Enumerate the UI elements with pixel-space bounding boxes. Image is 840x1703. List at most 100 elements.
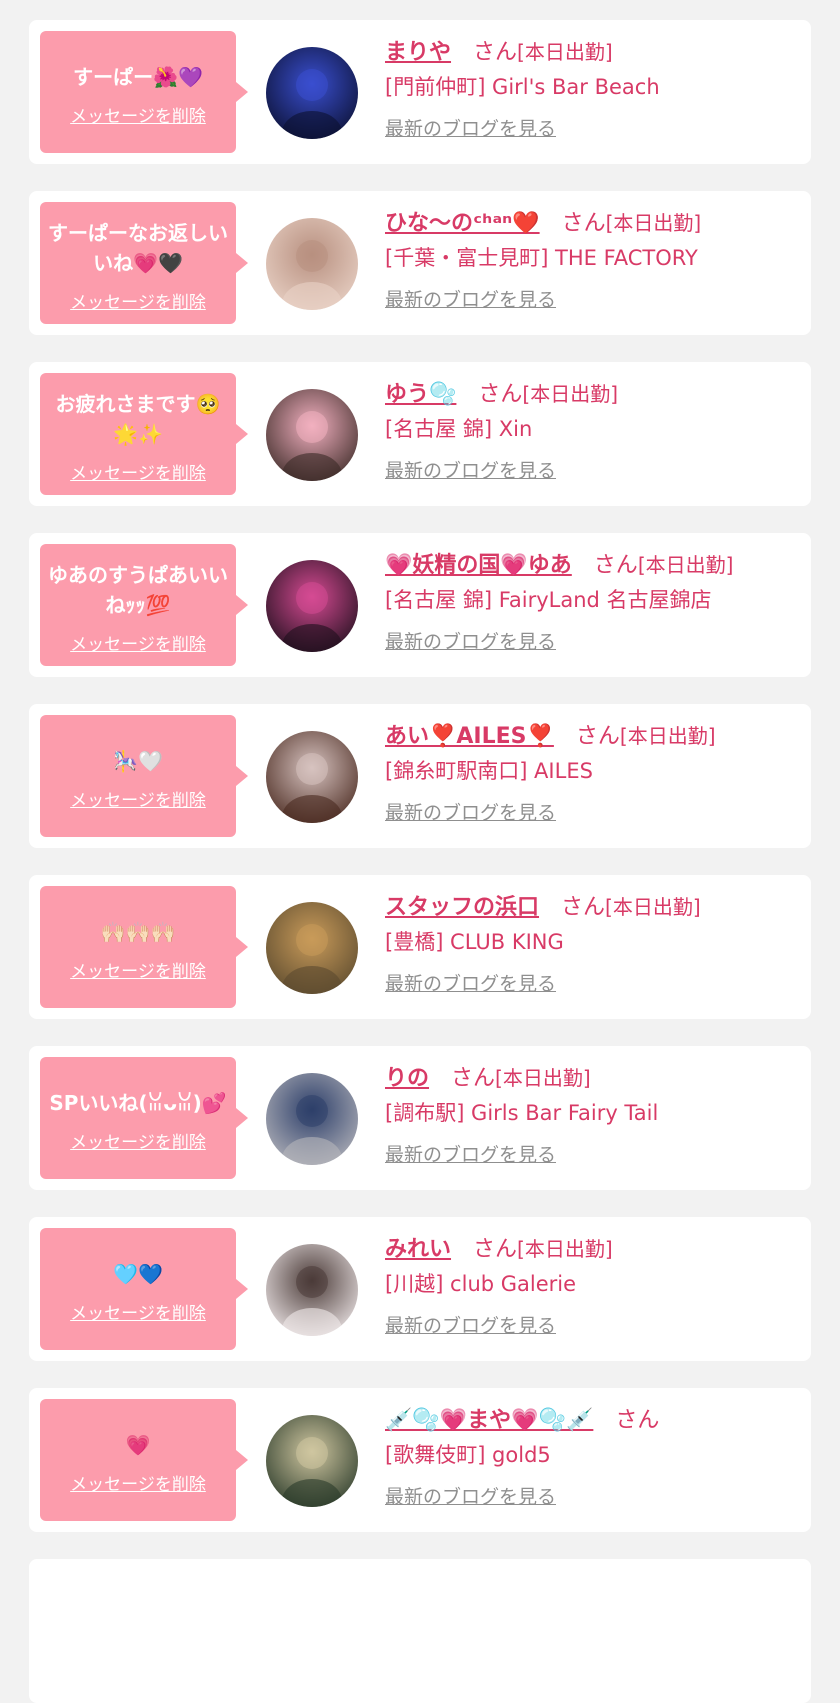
message-bubble: SPいいね(ꈍᴗꈍ)💕 メッセージを削除 [40,1057,248,1179]
delete-message-link[interactable]: メッセージを削除 [70,630,206,655]
attendance-status: [本日出勤] [517,39,613,64]
message-text: お疲れさまです🥺🌟✨ [55,391,221,446]
message-card: ゆあのすうぱあいいねｯｯ💯 メッセージを削除 💗妖精の国💗ゆあ さん [本日出勤] [名古… [29,533,811,677]
honorific-label: さん [575,724,620,749]
cast-avatar[interactable] [266,218,358,310]
latest-blog-link[interactable]: 最新のブログを見る [385,456,556,483]
honorific-label: さん [593,553,638,578]
attendance-status: [本日出勤] [517,1236,613,1261]
attendance-status: [本日出勤] [605,894,701,919]
message-bubble: すーぱー🌺💜 メッセージを削除 [40,31,248,153]
cast-info: みれい さん [本日出勤] [川越] club Galerie 最新のブログを見る [385,1229,805,1338]
honorific-label: さん [561,895,606,920]
cast-avatar[interactable] [266,1073,358,1165]
honorific-label: さん [615,1408,660,1433]
message-card: お疲れさまです🥺🌟✨ メッセージを削除 ゆう🫧 さん [本日出勤] [名古屋 錦] Xin… [29,362,811,506]
honorific-label: さん [451,1066,496,1091]
message-card: すーぱーなお返しいいね💗🖤 メッセージを削除 ひな〜のᶜʰᵃⁿ❤️ さん [本日出勤] [… [29,191,811,335]
cast-avatar[interactable] [266,1415,358,1507]
cast-name-line: スタッフの浜口 さん [本日出勤] [385,887,805,923]
honorific-label: さん [473,1237,518,1262]
message-card: すーぱー🌺💜 メッセージを削除 まりや さん [本日出勤] [門前仲町] Girl's B… [29,20,811,164]
cast-name-link[interactable]: りの [385,1060,429,1092]
cast-name-link[interactable]: ひな〜のᶜʰᵃⁿ❤️ [385,205,540,237]
attendance-status: [本日出勤] [522,381,619,406]
message-card: 🙌🏻🙌🏻🙌🏻 メッセージを削除 スタッフの浜口 さん [本日出勤] [豊橋] CLUB K… [29,875,811,1019]
attendance-status: [本日出勤] [637,552,734,577]
cast-name-link[interactable]: スタッフの浜口 [385,889,539,921]
cast-name-link[interactable]: みれい [385,1231,451,1263]
delete-message-link[interactable]: メッセージを削除 [70,1128,206,1153]
shop-name: [錦糸町駅南口] AILES [385,759,593,783]
cast-name-line: みれい さん [本日出勤] [385,1229,805,1265]
cast-name-link[interactable]: 💉🫧💗まや💗🫧💉 [385,1402,593,1434]
attendance-status: [本日出勤] [619,723,716,748]
shop-name: [豊橋] CLUB KING [385,930,564,954]
message-card: 💗 メッセージを削除 💉🫧💗まや💗🫧💉 さん [歌舞伎町] gold5 最新のブログを見る [29,1388,811,1532]
honorific-label: さん [473,40,518,65]
message-bubble: ゆあのすうぱあいいねｯｯ💯 メッセージを削除 [40,544,248,666]
latest-blog-link[interactable]: 最新のブログを見る [385,285,556,312]
cast-info: 💗妖精の国💗ゆあ さん [本日出勤] [名古屋 錦] FairyLand 名古屋錦店最… [385,545,805,654]
message-bubble: 🩵💙 メッセージを削除 [40,1228,248,1350]
delete-message-link[interactable]: メッセージを削除 [70,1470,206,1495]
cast-avatar[interactable] [266,1244,358,1336]
message-bubble: 🙌🏻🙌🏻🙌🏻 メッセージを削除 [40,886,248,1008]
message-text: すーぱー🌺💜 [73,64,203,89]
latest-blog-link[interactable]: 最新のブログを見る [385,798,556,825]
message-bubble: すーぱーなお返しいいね💗🖤 メッセージを削除 [40,202,248,324]
cast-name-line: 💉🫧💗まや💗🫧💉 さん [385,1400,805,1436]
delete-message-link[interactable]: メッセージを削除 [70,957,206,982]
shop-name: [川越] club Galerie [385,1272,577,1296]
message-bubble: お疲れさまです🥺🌟✨ メッセージを削除 [40,373,248,495]
shop-name: [調布駅] Girls Bar Fairy Tail [385,1101,659,1125]
delete-message-link[interactable]: メッセージを削除 [70,102,206,127]
message-bubble: 💗 メッセージを削除 [40,1399,248,1521]
cast-name-link[interactable]: まりや [385,34,451,66]
cast-info: りの さん [本日出勤] [調布駅] Girls Bar Fairy Tail 最新のブ… [385,1058,805,1167]
attendance-status: [本日出勤] [605,210,702,235]
cast-avatar[interactable] [266,902,358,994]
message-text: 💗 [125,1432,151,1457]
shop-name: [千葉・富士見町] THE FACTORY [385,246,698,270]
cast-name-line: ゆう🫧 さん [本日出勤] [385,374,805,410]
cast-avatar[interactable] [266,389,358,481]
message-text: ゆあのすうぱあいいねｯｯ💯 [48,562,228,617]
delete-message-link[interactable]: メッセージを削除 [70,288,206,313]
cast-avatar[interactable] [266,731,358,823]
latest-blog-link[interactable]: 最新のブログを見る [385,1311,556,1338]
honorific-label: さん [561,211,606,236]
message-text: 🙌🏻🙌🏻🙌🏻 [100,919,176,944]
cast-name-line: 💗妖精の国💗ゆあ さん [本日出勤] [385,545,805,581]
cast-info: ひな〜のᶜʰᵃⁿ❤️ さん [本日出勤] [千葉・富士見町] THE FACTORY 最… [385,203,805,312]
latest-blog-link[interactable]: 最新のブログを見る [385,1140,556,1167]
message-text: 🎠🤍 [113,748,163,773]
latest-blog-link[interactable]: 最新のブログを見る [385,627,556,654]
latest-blog-link[interactable]: 最新のブログを見る [385,969,556,996]
cast-name-line: りの さん [本日出勤] [385,1058,805,1094]
message-text: すーぱーなお返しいいね💗🖤 [48,220,228,275]
message-card: SPいいね(ꈍᴗꈍ)💕 メッセージを削除 りの さん [本日出勤] [調布駅] Girls… [29,1046,811,1190]
delete-message-link[interactable]: メッセージを削除 [70,786,206,811]
message-text: 🩵💙 [113,1261,163,1286]
cast-name-line: あい❣️AILES❣️ さん [本日出勤] [385,716,805,752]
message-bubble: 🎠🤍 メッセージを削除 [40,715,248,837]
delete-message-link[interactable]: メッセージを削除 [70,1299,206,1324]
delete-message-link[interactable]: メッセージを削除 [70,459,206,484]
attendance-status: [本日出勤] [495,1065,591,1090]
honorific-label: さん [478,382,523,407]
cast-name-link[interactable]: 💗妖精の国💗ゆあ [385,547,572,579]
latest-blog-link[interactable]: 最新のブログを見る [385,114,556,141]
message-card-partial [29,1559,811,1703]
cast-info: ゆう🫧 さん [本日出勤] [名古屋 錦] Xin 最新のブログを見る [385,374,805,483]
shop-name: [門前仲町] Girl's Bar Beach [385,75,660,99]
cast-name-link[interactable]: あい❣️AILES❣️ [385,718,554,750]
message-text: SPいいね(ꈍᴗꈍ)💕 [49,1090,227,1115]
cast-info: スタッフの浜口 さん [本日出勤] [豊橋] CLUB KING 最新のブログを見る [385,887,805,996]
shop-name: [名古屋 錦] FairyLand 名古屋錦店 [385,588,712,612]
cast-name-link[interactable]: ゆう🫧 [385,376,456,408]
cast-avatar[interactable] [266,560,358,652]
cast-name-line: まりや さん [本日出勤] [385,32,805,68]
latest-blog-link[interactable]: 最新のブログを見る [385,1482,556,1509]
cast-avatar[interactable] [266,47,358,139]
